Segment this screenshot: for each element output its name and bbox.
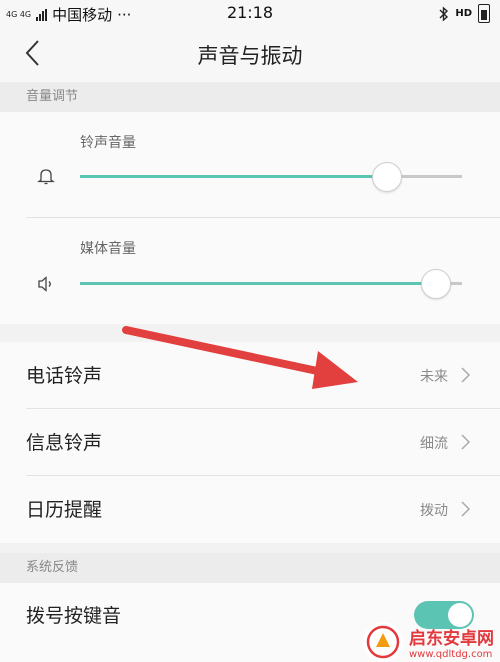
row-label: 电话铃声 <box>26 365 103 387</box>
volume-card: 铃声音量 媒体音量 <box>0 112 500 324</box>
clock: 21:18 <box>226 3 274 22</box>
ringtone-volume-row: 铃声音量 <box>0 112 500 220</box>
row-label: 信息铃声 <box>26 432 103 454</box>
media-volume-fill <box>80 282 436 285</box>
watermark-name: 启东安卓网 <box>409 629 494 649</box>
ringtone-volume-fill <box>80 175 386 178</box>
title-bar: 声音与振动 <box>0 26 500 82</box>
watermark-logo-icon <box>363 622 403 662</box>
hd-voice-icon: HD <box>455 8 472 19</box>
speaker-icon <box>38 276 51 292</box>
ringtone-volume-label: 铃声音量 <box>80 135 136 151</box>
bluetooth-icon <box>439 5 449 22</box>
section-header-feedback: 系统反馈 <box>0 553 500 583</box>
status-bar: 4G 4G 中国移动 ··· 21:18 HD <box>0 0 500 26</box>
row-value: 未来 <box>420 369 448 385</box>
row-label: 日历提醒 <box>26 499 103 521</box>
row-label: 拨号按键音 <box>26 605 122 627</box>
ringtone-volume-thumb[interactable] <box>371 162 402 192</box>
watermark: 启东安卓网 www.qdltdg.com <box>363 622 494 662</box>
media-volume-row: 媒体音量 <box>0 218 500 326</box>
chevron-right-icon <box>461 501 471 517</box>
media-volume-slider[interactable] <box>80 269 462 299</box>
chevron-right-icon <box>461 434 471 450</box>
chevron-right-icon <box>461 367 471 383</box>
settings-row-message-ringtone[interactable]: 信息铃声 细流 <box>0 409 500 475</box>
settings-row-phone-ringtone[interactable]: 电话铃声 未来 <box>0 342 500 408</box>
ringtone-volume-slider[interactable] <box>80 162 462 192</box>
media-volume-thumb[interactable] <box>421 269 452 299</box>
bell-icon <box>37 169 55 185</box>
media-volume-label: 媒体音量 <box>80 241 136 257</box>
row-value: 拨动 <box>420 503 448 519</box>
page-title: 声音与振动 <box>197 44 303 68</box>
battery-icon <box>478 4 490 23</box>
ringtone-card: 电话铃声 未来 信息铃声 细流 日历提醒 拨动 <box>0 342 500 543</box>
section-header-volume: 音量调节 <box>0 82 500 112</box>
settings-row-calendar-reminder[interactable]: 日历提醒 拨动 <box>0 476 500 542</box>
row-value: 细流 <box>420 436 448 452</box>
watermark-url: www.qdltdg.com <box>409 649 493 660</box>
